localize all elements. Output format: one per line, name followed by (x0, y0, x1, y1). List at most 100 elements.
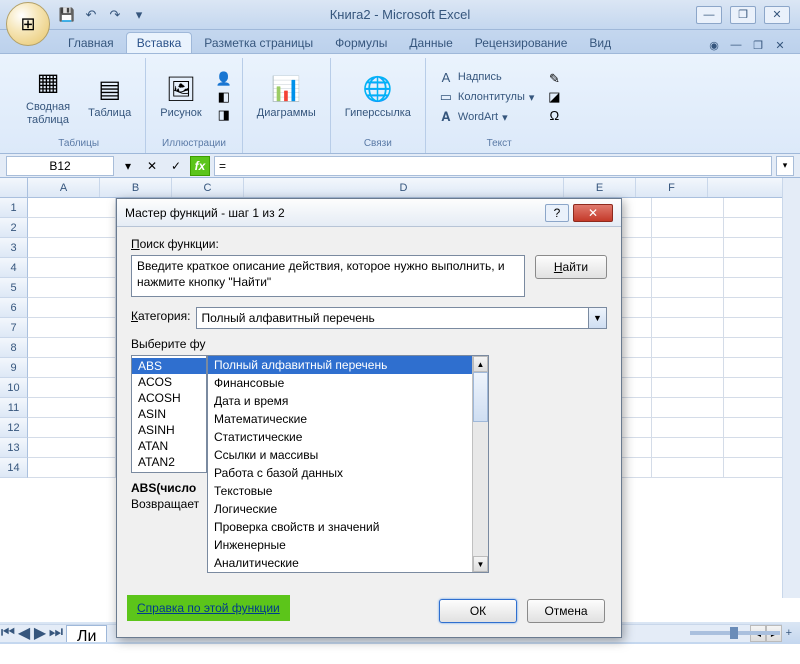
category-item[interactable]: Проверка свойств и значений (208, 518, 472, 536)
category-item[interactable]: Полный алфавитный перечень (208, 356, 472, 374)
cell[interactable] (28, 338, 116, 358)
column-header[interactable]: B (100, 178, 172, 197)
select-all-button[interactable] (0, 178, 28, 197)
fx-button[interactable]: fx (190, 156, 210, 176)
category-dropdown-list[interactable]: Полный алфавитный переченьФинансовыеДата… (207, 355, 489, 573)
function-item[interactable]: ABS (132, 358, 206, 374)
smartart-icon[interactable]: ◨ (216, 107, 232, 123)
category-item[interactable]: Финансовые (208, 374, 472, 392)
cell[interactable] (652, 278, 724, 298)
cell[interactable] (652, 318, 724, 338)
scroll-thumb[interactable] (473, 372, 488, 422)
shapes-icon[interactable]: ◧ (216, 89, 232, 105)
cancel-formula-button[interactable]: ✕ (142, 156, 162, 176)
row-header[interactable]: 1 (0, 198, 28, 218)
formula-input[interactable] (214, 156, 772, 176)
function-item[interactable]: ATAN (132, 438, 206, 454)
cell[interactable] (652, 338, 724, 358)
category-item[interactable]: Инженерные (208, 536, 472, 554)
dialog-help-button[interactable]: ? (545, 204, 569, 222)
cell[interactable] (652, 378, 724, 398)
row-header[interactable]: 12 (0, 418, 28, 438)
zoom-slider[interactable] (690, 631, 780, 635)
cell[interactable] (28, 198, 116, 218)
name-box-dropdown[interactable]: ▾ (118, 156, 138, 176)
cell[interactable] (28, 378, 116, 398)
cell[interactable] (28, 318, 116, 338)
minimize-button[interactable]: — (696, 6, 722, 24)
column-header[interactable]: C (172, 178, 244, 197)
column-header[interactable]: F (636, 178, 708, 197)
function-list[interactable]: ABSACOSACOSHASINASINHATANATAN2 (131, 355, 207, 473)
function-item[interactable]: ATAN2 (132, 454, 206, 470)
cancel-button[interactable]: Отмена (527, 599, 605, 623)
row-header[interactable]: 6 (0, 298, 28, 318)
category-item[interactable]: Статистические (208, 428, 472, 446)
cell[interactable] (28, 418, 116, 438)
function-item[interactable]: ASINH (132, 422, 206, 438)
sheet-tab[interactable]: Ли (66, 625, 107, 642)
scroll-up-button[interactable]: ▲ (473, 356, 488, 372)
column-header[interactable]: E (564, 178, 636, 197)
row-header[interactable]: 13 (0, 438, 28, 458)
category-item[interactable]: Работа с базой данных (208, 464, 472, 482)
symbol-icon[interactable]: Ω (546, 107, 562, 123)
sheet-nav-first[interactable]: ⏮ (0, 625, 16, 641)
row-header[interactable]: 4 (0, 258, 28, 278)
cell[interactable] (28, 238, 116, 258)
function-item[interactable]: ACOSH (132, 390, 206, 406)
function-help-link[interactable]: Справка по этой функции (127, 595, 290, 621)
cell[interactable] (28, 298, 116, 318)
cell[interactable] (652, 458, 724, 478)
cell[interactable] (652, 438, 724, 458)
row-header[interactable]: 10 (0, 378, 28, 398)
ok-button[interactable]: ОК (439, 599, 517, 623)
column-header[interactable]: D (244, 178, 564, 197)
cell[interactable] (28, 358, 116, 378)
cell[interactable] (652, 258, 724, 278)
tab-insert[interactable]: Вставка (126, 32, 193, 53)
dropdown-scrollbar[interactable]: ▲ ▼ (472, 356, 488, 572)
qat-save[interactable]: 💾 (58, 6, 76, 24)
search-input[interactable]: Введите краткое описание действия, котор… (131, 255, 525, 297)
qat-undo[interactable]: ↶ (82, 6, 100, 24)
sheet-nav-last[interactable]: ⏭ (48, 625, 64, 641)
row-header[interactable]: 5 (0, 278, 28, 298)
cell[interactable] (652, 198, 724, 218)
row-header[interactable]: 14 (0, 458, 28, 478)
row-header[interactable]: 11 (0, 398, 28, 418)
charts-button[interactable]: 📊 Диаграммы (253, 71, 320, 122)
column-header[interactable]: A (28, 178, 100, 197)
find-button[interactable]: Найти (535, 255, 607, 279)
category-item[interactable]: Аналитические (208, 554, 472, 572)
formula-expand-button[interactable]: ▾ (776, 156, 794, 176)
tab-home[interactable]: Главная (58, 33, 124, 53)
picture-button[interactable]: 🖼 Рисунок (156, 71, 206, 122)
row-header[interactable]: 3 (0, 238, 28, 258)
tab-formulas[interactable]: Формулы (325, 33, 397, 53)
category-item[interactable]: Логические (208, 500, 472, 518)
cell[interactable] (652, 398, 724, 418)
tab-review[interactable]: Рецензирование (465, 33, 578, 53)
cell[interactable] (28, 258, 116, 278)
function-item[interactable]: ACOS (132, 374, 206, 390)
object-icon[interactable]: ◪ (546, 89, 562, 105)
cell[interactable] (28, 398, 116, 418)
hyperlink-button[interactable]: 🌐 Гиперссылка (341, 71, 415, 122)
table-button[interactable]: ▤ Таблица (84, 71, 135, 122)
office-button[interactable]: ⊞ (6, 2, 50, 46)
row-header[interactable]: 7 (0, 318, 28, 338)
cell[interactable] (652, 298, 724, 318)
row-header[interactable]: 2 (0, 218, 28, 238)
scroll-down-button[interactable]: ▼ (473, 556, 488, 572)
enter-formula-button[interactable]: ✓ (166, 156, 186, 176)
cell[interactable] (652, 418, 724, 438)
qat-redo[interactable]: ↷ (106, 6, 124, 24)
wordart-button[interactable]: 𝐀WordArt ▾ (436, 108, 536, 126)
headerfooter-button[interactable]: ▭Колонтитулы ▾ (436, 88, 536, 106)
ribbon-close[interactable]: ✕ (772, 37, 788, 53)
signature-icon[interactable]: ✎ (546, 71, 562, 87)
cell[interactable] (28, 278, 116, 298)
function-item[interactable]: ASIN (132, 406, 206, 422)
category-item[interactable]: Математические (208, 410, 472, 428)
